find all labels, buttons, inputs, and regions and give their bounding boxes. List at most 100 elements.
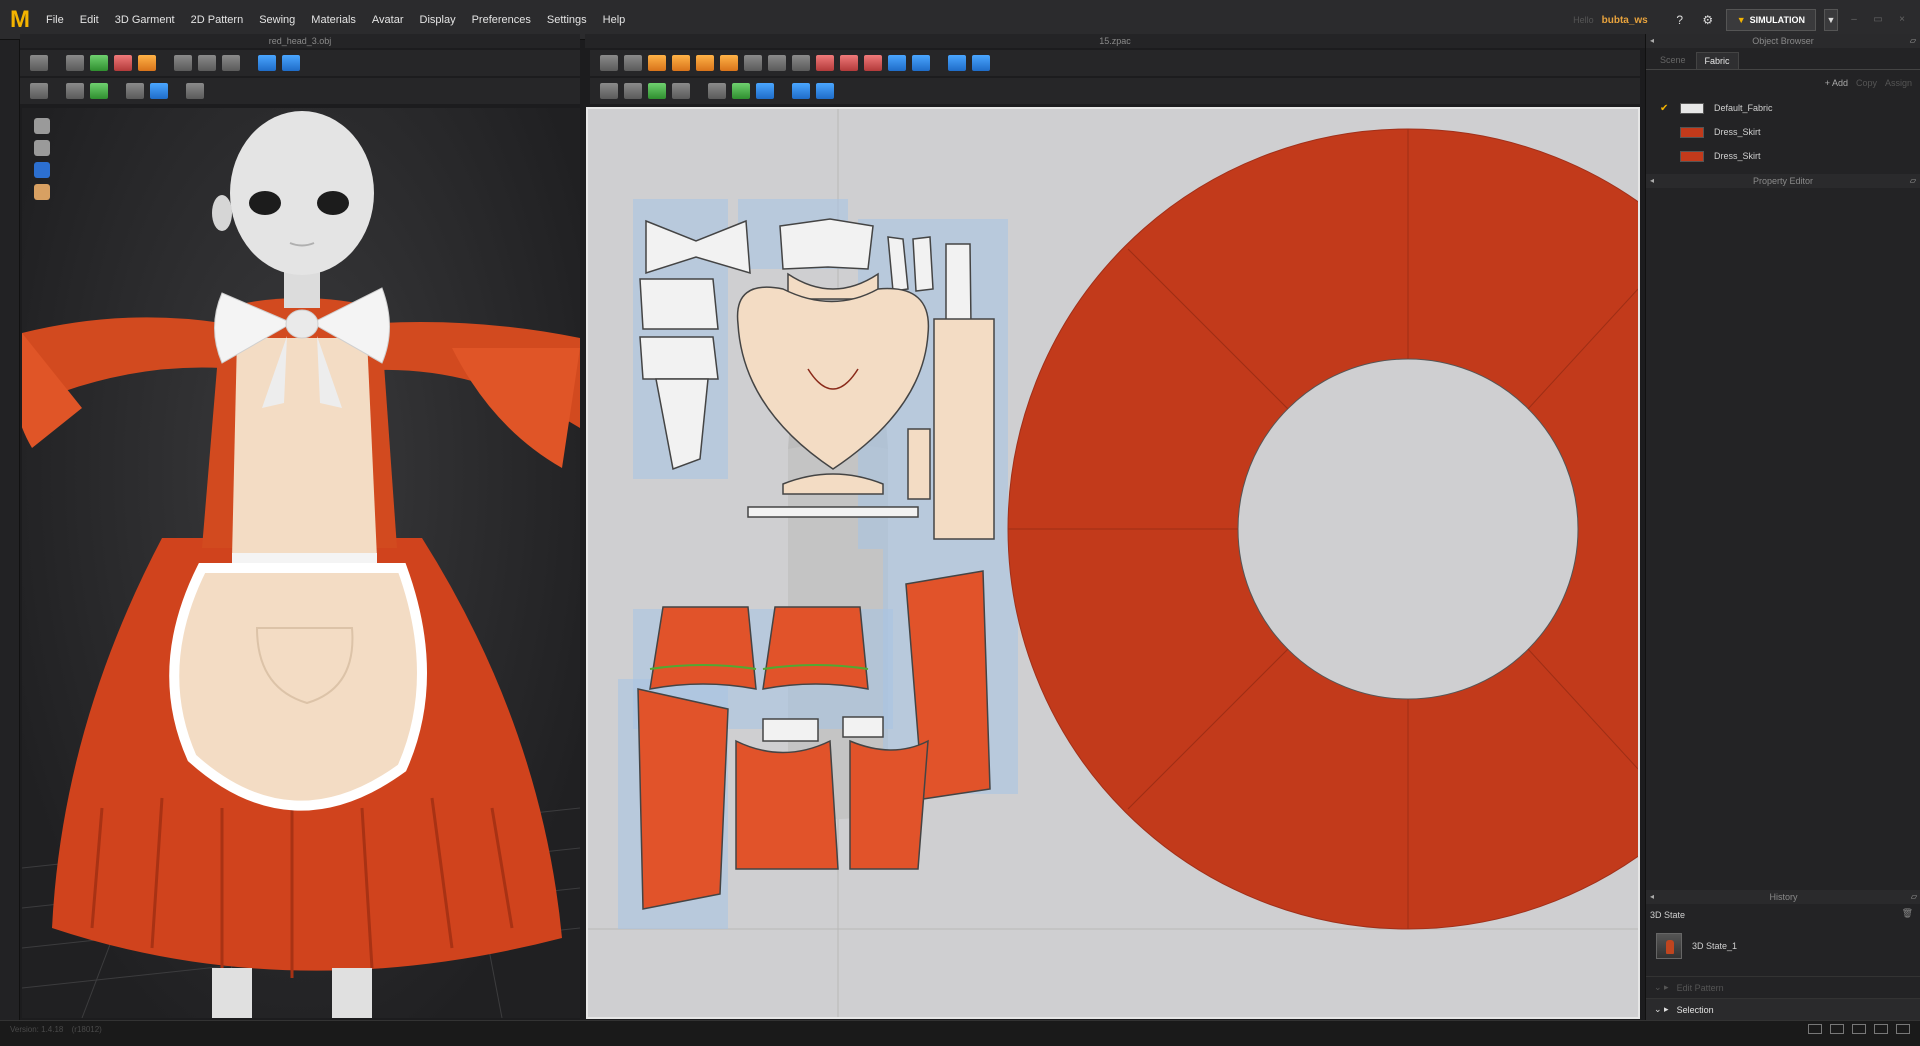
layer-icon[interactable] — [150, 83, 168, 99]
grid-icon[interactable] — [90, 83, 108, 99]
internal-circle-icon[interactable] — [864, 55, 882, 71]
edit-curvature-icon[interactable] — [672, 55, 690, 71]
measure-2d-icon[interactable] — [816, 83, 834, 99]
pattern-move-icon[interactable] — [126, 83, 144, 99]
chevron-down-icon: ⌄ ▸ — [1654, 1004, 1669, 1014]
select-icon[interactable] — [66, 55, 84, 71]
tag-icon[interactable] — [138, 55, 156, 71]
head-icon[interactable] — [34, 118, 50, 134]
app-logo: M — [2, 1, 38, 38]
pin-2d-icon[interactable] — [792, 83, 810, 99]
fabric-item[interactable]: ✔ Default_Fabric — [1646, 96, 1920, 120]
tab-scene[interactable]: Scene — [1652, 52, 1694, 69]
avatar-icon[interactable] — [258, 55, 276, 71]
2d-pattern-window[interactable] — [586, 107, 1640, 1019]
measure-icon[interactable] — [282, 55, 300, 71]
texture-edit-icon[interactable] — [732, 83, 750, 99]
minimize-icon[interactable]: – — [1846, 15, 1862, 25]
dart-icon[interactable] — [888, 55, 906, 71]
trace-icon[interactable] — [912, 55, 930, 71]
add-point-icon[interactable] — [696, 55, 714, 71]
assign-fabric-button[interactable]: Assign — [1885, 78, 1912, 88]
texture-move-icon[interactable] — [756, 83, 774, 99]
edit-pattern-icon[interactable] — [624, 55, 642, 71]
sew-edit-icon[interactable] — [600, 83, 618, 99]
shirt-icon[interactable] — [114, 55, 132, 71]
collapse-icon[interactable]: ◂ — [1650, 174, 1654, 188]
3d-viewport[interactable] — [22, 108, 580, 1018]
build-text: (r18012) — [71, 1025, 102, 1034]
layout-2d-icon[interactable] — [1852, 1024, 1866, 1034]
history-entry[interactable]: 3D State_1 — [1646, 926, 1920, 966]
object-browser-title: Object Browser — [1752, 36, 1814, 46]
fabric-swatch — [1680, 150, 1704, 162]
simulation-icon: ▼ — [1736, 15, 1746, 25]
garment-view-icon[interactable] — [34, 162, 50, 178]
circle-icon[interactable] — [792, 55, 810, 71]
fabric-item[interactable]: Dress_Skirt — [1646, 144, 1920, 168]
fold-icon[interactable] — [720, 55, 738, 71]
help-icon[interactable]: ? — [1670, 10, 1690, 30]
status-bar: Version: 1.4.18 (r18012) — [0, 1020, 1920, 1046]
view3d-toolbar-top — [20, 50, 580, 76]
internal-polygon-icon[interactable] — [816, 55, 834, 71]
view2d-toolbar-bottom — [590, 78, 1640, 104]
internal-rectangle-icon[interactable] — [840, 55, 858, 71]
skin-icon[interactable] — [34, 184, 50, 200]
layout-buttons — [1808, 1024, 1910, 1034]
close-icon[interactable]: × — [1894, 15, 1910, 25]
copy-fabric-button[interactable]: Copy — [1856, 78, 1877, 88]
app-window: M File Edit 3D Garment 2D Pattern Sewing… — [0, 0, 1920, 1046]
pattern-select-icon[interactable] — [66, 83, 84, 99]
collapse-icon[interactable]: ◂ — [1650, 34, 1654, 48]
pin-icon[interactable] — [174, 55, 192, 71]
settings-icon[interactable]: ⚙ — [1698, 10, 1718, 30]
layout-single-icon[interactable] — [1808, 1024, 1822, 1034]
transform-pattern-icon[interactable] — [600, 55, 618, 71]
user-greeting: Hello — [1573, 15, 1594, 25]
body-icon[interactable] — [34, 140, 50, 156]
free-sewing-icon[interactable] — [972, 55, 990, 71]
trash-icon[interactable]: 🗑 — [1902, 908, 1913, 919]
arrow-down-icon[interactable] — [30, 55, 48, 71]
fabric-item[interactable]: Dress_Skirt — [1646, 120, 1920, 144]
undock-icon[interactable]: ▱ — [1911, 890, 1917, 904]
undock-icon[interactable]: ▱ — [1910, 174, 1916, 188]
history-panel: ◂ History ▱ 3D State 🗑 3D State_1 ⌄ ▸ Ed… — [1646, 890, 1920, 1020]
object-browser-tabs: Scene Fabric — [1646, 48, 1920, 70]
simulation-button[interactable]: ▼ SIMULATION — [1725, 9, 1816, 31]
texture-select-icon[interactable] — [708, 83, 726, 99]
layout-split-icon[interactable] — [1874, 1024, 1888, 1034]
sew-check-icon[interactable] — [624, 83, 642, 99]
fabric-swatch — [1680, 102, 1704, 114]
garment-icon[interactable] — [90, 55, 108, 71]
undock-icon[interactable]: ▱ — [1910, 34, 1916, 48]
history-entry-label: 3D State_1 — [1692, 941, 1738, 951]
selection-row[interactable]: ⌄ ▸ Selection — [1646, 998, 1920, 1020]
fabric-name: Dress_Skirt — [1714, 127, 1761, 137]
history-thumbnail — [1656, 933, 1682, 959]
collapse-icon[interactable]: ◂ — [1650, 890, 1654, 904]
chevron-down-icon[interactable]: ▼ — [1824, 9, 1838, 31]
seam-icon[interactable] — [672, 83, 690, 99]
property-editor-header: ◂ Property Editor ▱ — [1646, 174, 1920, 188]
history-state-text: 3D State — [1650, 910, 1686, 920]
iron-icon[interactable] — [198, 55, 216, 71]
polygon-icon[interactable] — [744, 55, 762, 71]
edit-pattern-row[interactable]: ⌄ ▸ Edit Pattern — [1646, 976, 1920, 998]
edit-point-icon[interactable] — [648, 55, 666, 71]
segment-sewing-icon[interactable] — [948, 55, 966, 71]
brush-icon[interactable] — [222, 55, 240, 71]
maximize-icon[interactable]: ▭ — [1870, 15, 1886, 25]
gizmo-icon[interactable] — [186, 83, 204, 99]
move-icon[interactable] — [30, 83, 48, 99]
rectangle-icon[interactable] — [768, 55, 786, 71]
topstitch-icon[interactable] — [648, 83, 666, 99]
edit-pattern-label: Edit Pattern — [1676, 982, 1724, 993]
add-fabric-button[interactable]: + Add — [1825, 78, 1848, 88]
tab-fabric[interactable]: Fabric — [1695, 52, 1739, 69]
screenshot-icon[interactable] — [1896, 1024, 1910, 1034]
2d-pattern-canvas — [588, 109, 1638, 1017]
layout-3d-icon[interactable] — [1830, 1024, 1844, 1034]
user-name[interactable]: bubta_ws — [1602, 15, 1648, 26]
